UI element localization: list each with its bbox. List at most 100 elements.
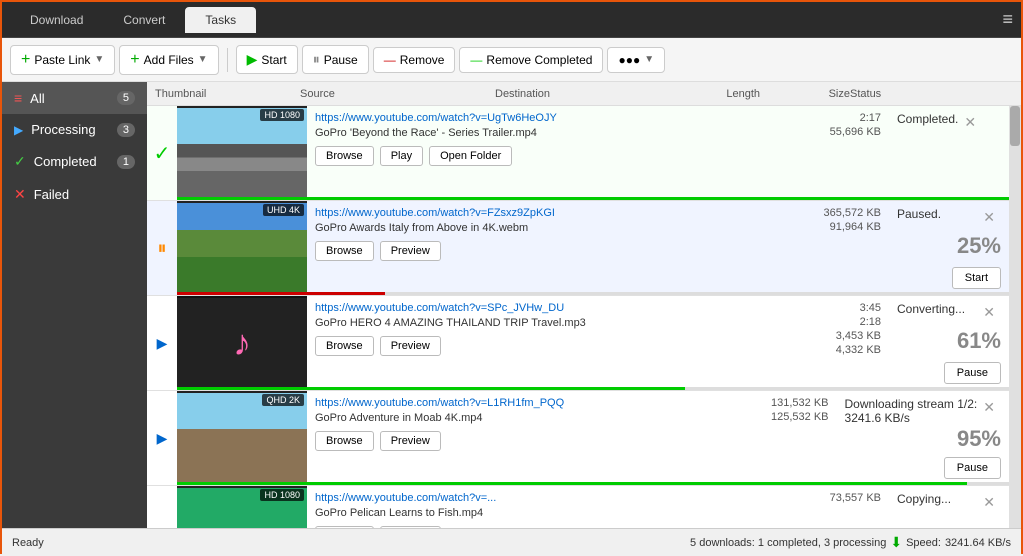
sidebar-item-all[interactable]: ≡ All 5 — [2, 82, 147, 114]
action-btn-4[interactable]: Pause — [944, 457, 1001, 479]
task-url-5: https://www.youtube.com/watch?v=... — [315, 492, 786, 504]
play-btn-1[interactable]: Play — [380, 146, 423, 166]
status-text-2: Paused. — [897, 207, 941, 221]
task-status-area-1: Completed. ✕ — [889, 106, 1009, 200]
progress-bar-3 — [177, 387, 685, 390]
tab-convert[interactable]: Convert — [103, 7, 185, 33]
pause-button[interactable]: ⏸ Pause — [302, 45, 369, 74]
browse-btn-4[interactable]: Browse — [315, 431, 374, 451]
task-metrics-1: 2:17 55,696 KB — [794, 106, 889, 200]
task-info-3: https://www.youtube.com/watch?v=SPc_JVHw… — [307, 296, 794, 390]
progress-bar-2 — [177, 292, 385, 295]
remove-completed-label: Remove Completed — [486, 53, 592, 67]
tab-tasks[interactable]: Tasks — [185, 7, 256, 33]
more-label: ●●● — [618, 53, 640, 67]
header-status: Status — [850, 88, 1013, 100]
task-status-area-5: Copying... ✕ — [889, 486, 1009, 528]
sidebar-label-processing: Processing — [31, 122, 109, 137]
percent-text-3: 61% — [957, 328, 1001, 354]
browse-btn-1[interactable]: Browse — [315, 146, 374, 166]
task-state-icon-3: ▶ — [147, 296, 177, 390]
close-btn-2[interactable]: ✕ — [977, 207, 1001, 228]
paste-link-dropdown[interactable]: ▼ — [94, 54, 104, 65]
sidebar-label-all: All — [30, 91, 109, 106]
sidebar-item-failed[interactable]: ✕ Failed — [2, 178, 147, 211]
start-label: Start — [261, 53, 286, 67]
thumb-badge-5: HD 1080 — [260, 489, 304, 501]
sidebar-item-processing[interactable]: ▶ Processing 3 — [2, 114, 147, 145]
task-header: Thumbnail Source Destination Length Size… — [147, 82, 1021, 106]
preview-btn-3[interactable]: Preview — [380, 336, 441, 356]
browse-btn-3[interactable]: Browse — [315, 336, 374, 356]
preview-btn-5[interactable]: Preview — [380, 526, 441, 528]
thumb-hiker — [177, 393, 307, 483]
preview-btn-4[interactable]: Preview — [380, 431, 441, 451]
thumb-mountain — [177, 203, 307, 293]
preview-btn-2[interactable]: Preview — [380, 241, 441, 261]
close-btn-4[interactable]: ✕ — [977, 397, 1001, 418]
task-length-1: 2:17 — [802, 112, 881, 124]
task-buttons-3: Browse Preview — [315, 336, 786, 356]
task-state-icon-4: ▶ — [147, 391, 177, 485]
task-thumbnail-4: QHD 2K — [177, 391, 307, 485]
progress-bar-container-2 — [177, 292, 1009, 295]
task-url-4: https://www.youtube.com/watch?v=L1RH1fm_… — [315, 397, 734, 409]
processing-icon: ▶ — [14, 123, 23, 137]
music-note-icon: ♪ — [233, 322, 251, 364]
scrollbar-track[interactable] — [1009, 106, 1021, 528]
task-url-1: https://www.youtube.com/watch?v=UgTw6HeO… — [315, 112, 786, 124]
close-btn-1[interactable]: ✕ — [958, 112, 982, 133]
progress-bar-container-1 — [177, 197, 1009, 200]
status-right: 5 downloads: 1 completed, 3 processing ⬇… — [690, 534, 1011, 551]
speed-value: 3241.64 KB/s — [945, 537, 1011, 549]
task-buttons-2: Browse Preview — [315, 241, 786, 261]
start-button[interactable]: ▶ Start — [236, 45, 298, 74]
task-info-4: https://www.youtube.com/watch?v=L1RH1fm_… — [307, 391, 742, 485]
task-info-1: https://www.youtube.com/watch?v=UgTw6HeO… — [307, 106, 794, 200]
percent-text-2: 25% — [957, 233, 1001, 259]
remove-label: Remove — [400, 53, 445, 67]
header-length: Length — [700, 88, 760, 100]
status-text-3: Converting... — [897, 302, 965, 316]
task-status-area-3: Converting... ✕ 61% Pause — [889, 296, 1009, 390]
task-dest-3: GoPro HERO 4 AMAZING THAILAND TRIP Trave… — [315, 317, 786, 329]
header-size: Size — [760, 88, 850, 100]
open-folder-btn-1[interactable]: Open Folder — [429, 146, 512, 166]
task-size-3b: 4,332 KB — [802, 344, 881, 356]
tab-download[interactable]: Download — [10, 7, 103, 33]
task-thumbnail-3: ♪ — [177, 296, 307, 390]
scrollbar-thumb[interactable] — [1010, 106, 1020, 146]
remove-button[interactable]: — Remove — [373, 47, 456, 73]
remove-completed-button[interactable]: — Remove Completed — [459, 47, 603, 73]
thumb-badge-1: HD 1080 — [260, 109, 304, 121]
add-files-button[interactable]: + Add Files ▼ — [119, 45, 218, 75]
task-metrics-4: 131,532 KB 125,532 KB — [742, 391, 837, 485]
browse-btn-5[interactable]: Browse — [315, 526, 374, 528]
add-files-dropdown[interactable]: ▼ — [198, 54, 208, 65]
close-btn-5[interactable]: ✕ — [977, 492, 1001, 513]
browse-btn-2[interactable]: Browse — [315, 241, 374, 261]
task-size-5: 73,557 KB — [802, 492, 881, 504]
progress-bar-1 — [177, 197, 1009, 200]
menu-icon[interactable]: ≡ — [1002, 9, 1013, 30]
sidebar-item-completed[interactable]: ✓ Completed 1 — [2, 145, 147, 178]
paste-link-button[interactable]: + Paste Link ▼ — [10, 45, 115, 75]
more-dropdown[interactable]: ▼ — [644, 54, 654, 65]
task-status-area-2: Paused. ✕ 25% Start — [889, 201, 1009, 295]
pause-icon: ⏸ — [313, 51, 320, 68]
task-size-3a: 3,453 KB — [802, 330, 881, 342]
status-text-1: Completed. — [897, 112, 958, 126]
more-button[interactable]: ●●● ▼ — [607, 47, 665, 73]
task-state-icon-1: ✓ — [147, 106, 177, 200]
sidebar-badge-all: 5 — [117, 91, 135, 105]
thumb-music: ♪ — [177, 298, 307, 388]
close-btn-3[interactable]: ✕ — [977, 302, 1001, 323]
task-status-area-4: Downloading stream 1/2: 3241.6 KB/s ✕ 95… — [837, 391, 1009, 485]
action-btn-3[interactable]: Pause — [944, 362, 1001, 384]
task-info-2: https://www.youtube.com/watch?v=FZsxz9Zp… — [307, 201, 794, 295]
speed-label: Speed: — [906, 537, 941, 549]
task-length-3b: 2:18 — [802, 316, 881, 328]
action-btn-2[interactable]: Start — [952, 267, 1001, 289]
sidebar-label-failed: Failed — [34, 187, 135, 202]
task-url-2: https://www.youtube.com/watch?v=FZsxz9Zp… — [315, 207, 786, 219]
